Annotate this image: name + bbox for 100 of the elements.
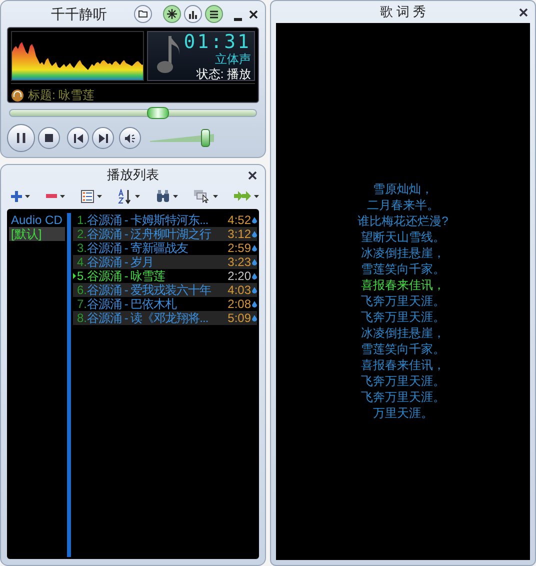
caret-icon [60,194,65,198]
track-title: 谷源涌 - 卡姆斯特河东... [87,213,208,227]
lyric-line: 喜报春来佳讯， [361,357,445,373]
caret-icon [25,194,30,198]
equalizer-button[interactable] [184,5,202,23]
lyric-line: 冰凌倒挂悬崖， [361,245,445,261]
playlist-row[interactable]: 1.谷源涌 - 卡姆斯特河东... 4:52 [73,213,257,227]
bars-icon [188,10,198,18]
lyric-line: 雪原灿灿， [373,181,433,197]
pointer-icon [194,189,210,203]
track-number: 2. [77,227,88,241]
play-marker-icon [73,273,76,279]
volume-slider[interactable] [150,128,214,148]
playlist-group[interactable]: Audio CD [9,213,65,227]
caret-icon [173,194,178,198]
track-duration: 2:59 [228,241,251,255]
lyrics-button[interactable] [163,5,181,23]
track-title: 谷源涌 - 咏雪莲 [87,269,166,283]
minimize-icon [234,18,242,21]
track-title: 谷源涌 - 寄新疆战友 [87,241,188,255]
add-button[interactable] [11,190,30,202]
sort-icon [118,188,132,204]
playlist-row[interactable]: 5.谷源涌 - 咏雪莲 2:20 [73,269,257,283]
caret-icon [254,194,259,198]
lyric-line: 飞奔万里天涯。 [361,293,445,309]
binoculars-icon [156,190,170,202]
window-title: 歌 词 秀 [380,3,426,22]
channel-mode: 立体声 [215,52,251,67]
plus-icon [11,190,22,202]
time-display: 01:31 [184,32,251,52]
next-icon [98,134,108,142]
track-number: 8. [77,311,88,325]
track-number: 3. [77,241,88,255]
remove-button[interactable] [46,194,65,198]
lyric-line: 望断天山雪线。 [361,229,445,245]
track-duration: 4:03 [228,283,251,297]
previous-button[interactable] [67,127,89,149]
lyric-line: 二月春来半。 [367,197,439,213]
list-menu-button[interactable] [81,190,102,202]
asterisk-icon [167,9,177,19]
track-title: 标题: 咏雪莲 [28,87,95,104]
close-icon [248,10,258,18]
track-number: 6. [77,283,88,297]
stop-button[interactable] [38,127,60,149]
lyric-line: 谁比梅花还烂漫? [358,213,448,229]
pause-button[interactable] [7,124,35,152]
lyric-line: 喜报春来佳讯， [361,277,445,293]
previous-icon [74,134,82,142]
track-duration: 4:52 [228,213,251,227]
track-title: 谷源涌 - 巴依木札 [87,297,177,311]
next-button[interactable] [92,127,114,149]
lyric-line: 飞奔万里天涯。 [361,309,445,325]
track-duration: 3:23 [228,255,251,269]
caret-icon [213,194,218,198]
track-duration: 2:20 [228,269,251,283]
playlist-row[interactable]: 3.谷源涌 - 寄新疆战友 2:59 [73,241,257,255]
stop-icon [45,134,53,142]
caret-icon [135,194,140,198]
playlist-row[interactable]: 2.谷源涌 - 泛舟柳叶湖之行 3:12 [73,227,257,241]
mode-button[interactable] [234,191,259,201]
play-status: 状态: 播放 [196,67,251,82]
track-title: 谷源涌 - 泛舟柳叶湖之行 [87,227,212,241]
window-title: 千千静听 [51,4,107,24]
edit-button[interactable] [194,189,218,203]
track-number: 1. [77,213,88,227]
find-button[interactable] [156,190,178,202]
minus-icon [46,194,57,198]
playlist-row[interactable]: 7.谷源涌 - 巴依木札 2:08 [73,297,257,311]
close-icon [248,170,256,180]
playlist-row[interactable]: 6.谷源涌 - 爱我戎装六十年 4:03 [73,283,257,297]
playlist-row[interactable]: 8.谷源涌 - 读《邓龙翔将... 5:09 [73,311,257,325]
playlist-row[interactable]: 4.谷源涌 - 岁月 3:23 [73,255,257,269]
seek-thumb[interactable] [146,107,169,119]
playlist-button[interactable] [205,5,223,23]
close-button[interactable] [247,170,257,180]
close-icon [518,8,528,16]
track-title: 谷源涌 - 岁月 [87,255,154,269]
window-title: 播放列表 [107,166,159,184]
double-arrow-icon [234,191,251,201]
track-duration: 2:08 [228,297,251,311]
lyric-line: 雪莲笑向千家。 [361,341,445,357]
speaker-icon [124,134,136,142]
list-icon [81,190,94,202]
lyric-line: 飞奔万里天涯。 [361,373,445,389]
lyric-line: 万里天涯。 [373,405,433,421]
folder-icon [138,10,148,18]
track-number: 4. [77,255,88,269]
seek-slider[interactable] [9,106,257,120]
open-folder-button[interactable] [134,5,152,23]
lyric-line: 雪莲笑向千家。 [361,261,445,277]
close-button[interactable] [518,7,528,17]
list-icon [209,10,219,18]
lyric-line: 冰凌倒挂悬崖， [361,325,445,341]
volume-thumb[interactable] [201,129,210,147]
mute-button[interactable] [119,127,141,149]
playlist-group[interactable]: [默认] [9,227,65,241]
track-duration: 5:09 [228,311,251,325]
sort-button[interactable] [118,188,140,204]
track-number: 7. [77,297,88,311]
pause-icon [16,133,26,143]
